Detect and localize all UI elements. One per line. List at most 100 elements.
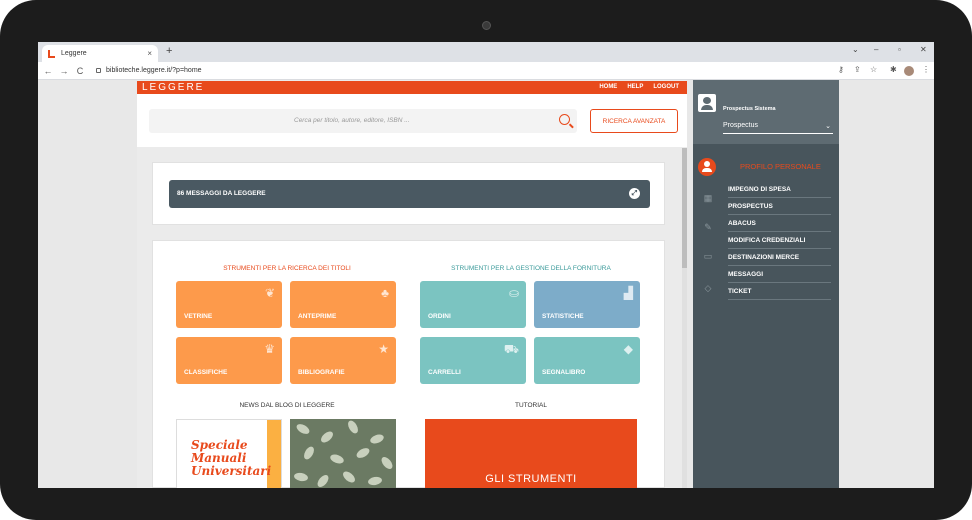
chevron-down-icon: ⌄ [825,123,831,130]
tag-icon: ◆ [623,342,633,356]
scrollbar-thumb[interactable] [682,148,687,268]
extensions-icon[interactable]: ✱ [890,65,897,74]
nav-help-link[interactable]: HELP [627,84,643,90]
tile-label: STATISTICHE [542,313,584,320]
news-card-pattern[interactable] [290,419,396,488]
menu-item-ticket[interactable]: TICKET [728,283,831,300]
page-right-margin [839,80,934,488]
tile-ordini[interactable]: ⛀ ORDINI [420,281,526,328]
menu-item-abacus[interactable]: ABACUS [728,215,831,232]
tile-classifiche[interactable]: ♛ CLASSIFICHE [176,337,282,384]
tile-segnalibro[interactable]: ◆ SEGNALIBRO [534,337,640,384]
chevron-down-icon[interactable]: ⌄ [852,45,859,54]
wrench-icon: ✎ [704,222,712,232]
leaf-pattern [293,471,309,483]
leggere-logo[interactable]: LEGGERE [142,82,204,93]
star-icon: ★ [378,342,389,356]
tile-statistiche[interactable]: ▟ STATISTICHE [534,281,640,328]
search-input[interactable]: Cerca per titolo, autore, editore, ISBN … [149,109,577,133]
research-tools-title: STRUMENTI PER LA RICERCA DEI TITOLI [223,265,351,272]
leaf-pattern [315,473,331,488]
url-text: biblioteche.leggere.it/?p=home [106,67,202,74]
menu-item-impegno-spesa[interactable]: IMPEGNO DI SPESA [728,181,831,198]
address-bar: ← → C biblioteche.leggere.it/?p=home ⚷ ⇪… [38,62,934,80]
browser-profile-avatar[interactable] [904,66,914,76]
new-tab-button[interactable]: + [166,45,172,57]
minimize-icon[interactable]: – [874,45,878,54]
screen: Leggere × + ⌄ – ▫ ✕ ← → C biblioteche.le… [38,42,934,488]
nav-home-link[interactable]: HOME [599,84,617,90]
leaf-pattern [346,419,360,436]
supply-tools-title: STRUMENTI PER LA GESTIONE DELLA FORNITUR… [451,265,611,272]
top-nav-links: HOME HELP LOGOUT [599,84,679,90]
main-column: LEGGERE HOME HELP LOGOUT Cerca per titol… [137,80,687,488]
scrollbar[interactable] [682,148,687,488]
lock-icon [96,68,101,73]
trophy-icon: ♛ [264,342,275,356]
news-card-manuali[interactable]: Speciale Manuali Universitari [176,419,282,488]
browser-menu-icon[interactable]: ⋮ [922,65,930,74]
leaf-pattern [369,432,385,446]
basket-icon: ⛀ [508,286,519,300]
messages-count-label: 86 MESSAGGI DA LEGGERE [177,190,266,197]
leaf-pattern [354,446,372,460]
tile-bibliografie[interactable]: ★ BIBLIOGRAFIE [290,337,396,384]
leaf-pattern [329,452,345,466]
key-icon[interactable]: ⚷ [838,65,844,74]
menu-item-messaggi[interactable]: MESSAGGI [728,266,831,283]
back-icon[interactable]: ← [40,66,56,76]
menu-item-destinazioni-merce[interactable]: DESTINAZIONI MERCE [728,249,831,266]
browser-tab[interactable]: Leggere × [42,45,158,62]
leaf-pattern [367,475,383,487]
tutorial-card-text: GLI STRUMENTI [485,473,577,485]
tile-label: ANTEPRIME [298,313,337,320]
personal-profile-title: PROFILO PERSONALE [740,162,821,171]
profile-select-value: Prospectus [723,122,759,129]
search-icon[interactable] [559,114,570,125]
tools-card: STRUMENTI PER LA RICERCA DEI TITOLI STRU… [152,240,665,488]
tile-label: CARRELLI [428,369,461,376]
tab-close-icon[interactable]: × [147,49,152,58]
url-field[interactable]: biblioteche.leggere.it/?p=home [96,67,202,74]
news-line: Universitari [191,464,272,478]
tile-vetrine[interactable]: ❦ VETRINE [176,281,282,328]
tab-title: Leggere [61,50,87,57]
tile-label: CLASSIFICHE [184,369,228,376]
forward-icon[interactable]: → [56,66,72,76]
profile-user-name: Prospectus Sistema [723,106,776,112]
box-icon: ▭ [703,251,713,261]
news-title: NEWS DAL BLOG DI LEGGERE [239,402,335,409]
tile-label: BIBLIOGRAFIE [298,369,345,376]
advanced-search-button[interactable]: RICERCA AVANZATA [590,109,678,133]
leaf-pattern [379,455,395,471]
sprout-icon: ♣ [381,286,389,300]
tile-anteprime[interactable]: ♣ ANTEPRIME [290,281,396,328]
reload-icon[interactable]: C [72,66,88,76]
leaf-pattern [341,469,357,485]
tile-carrelli[interactable]: ⛟ CARRELLI [420,337,526,384]
share-icon[interactable]: ⇪ [854,65,861,74]
nav-logout-link[interactable]: LOGOUT [653,84,679,90]
profile-select[interactable]: Prospectus ⌄ [723,122,833,134]
close-window-icon[interactable]: ✕ [920,45,927,54]
tutorial-card[interactable]: GLI STRUMENTI [425,419,637,488]
leaf-pattern [294,422,312,436]
leaf-icon: ❦ [264,286,275,300]
news-card-headline: Speciale Manuali Universitari [191,439,271,478]
messages-card: 86 MESSAGGI DA LEGGERE ⤢ [152,162,665,225]
page: LEGGERE HOME HELP LOGOUT Cerca per titol… [38,80,934,488]
user-avatar-icon [698,94,716,112]
maximize-icon[interactable]: ▫ [898,45,901,54]
bar-chart-icon: ▟ [623,286,633,300]
profile-header: Prospectus Sistema Prospectus ⌄ [693,80,839,144]
user-circle-icon [698,158,716,176]
messages-bar[interactable]: 86 MESSAGGI DA LEGGERE ⤢ [169,180,650,208]
expand-icon[interactable]: ⤢ [629,188,640,199]
search-area: Cerca per titolo, autore, editore, ISBN … [137,94,687,147]
cart-icon: ⛟ [503,342,519,356]
leggere-favicon-icon [48,49,55,58]
shield-icon: ◇ [704,283,712,293]
menu-item-prospectus[interactable]: PROSPECTUS [728,198,831,215]
menu-item-modifica-credenziali[interactable]: MODIFICA CREDENZIALI [728,232,831,249]
bookmark-star-icon[interactable]: ☆ [870,65,877,74]
